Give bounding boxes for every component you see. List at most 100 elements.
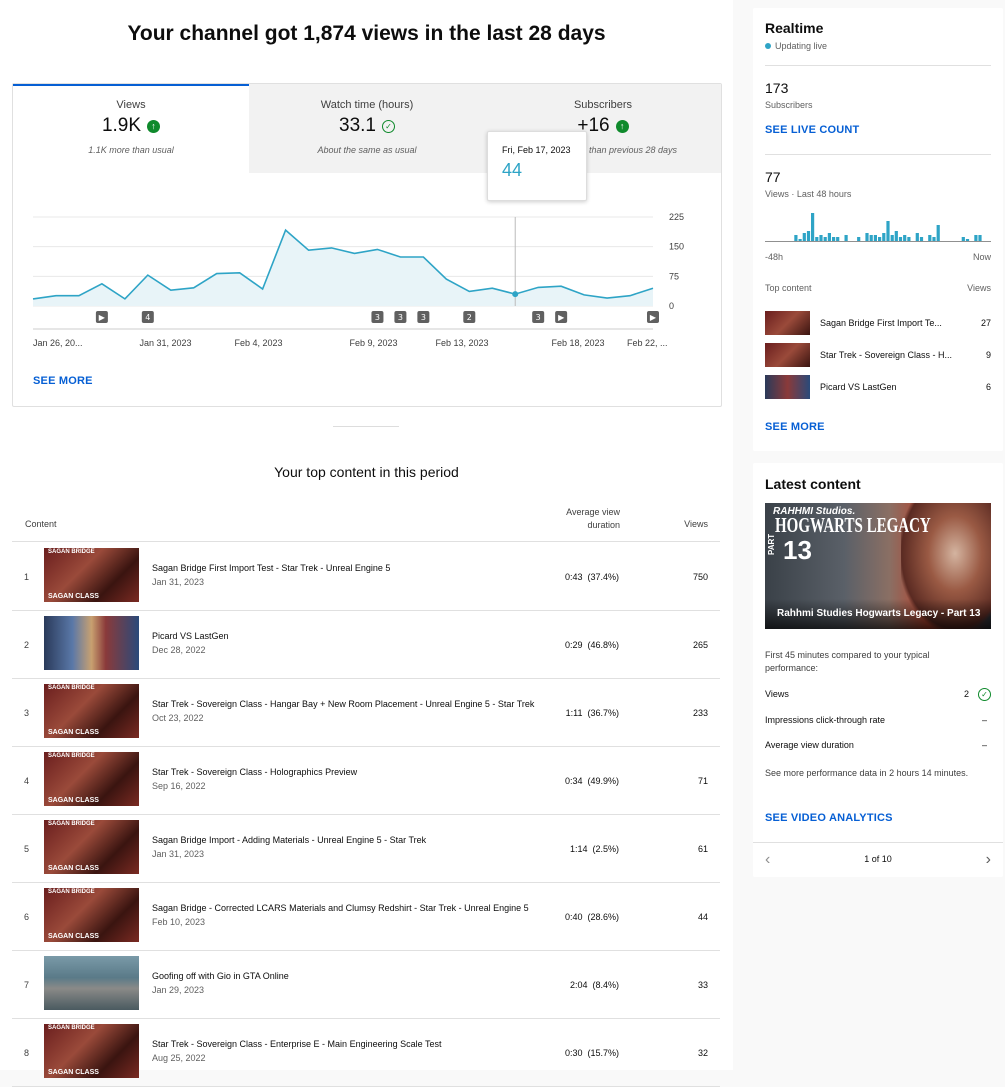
y-tick-label: 75 <box>669 271 679 281</box>
table-row[interactable]: 5 SAGAN BRIDGE SAGAN CLASS Sagan Bridge Imp… <box>12 814 720 883</box>
realtime-bar-chart[interactable] <box>765 206 991 246</box>
performance-note: See more performance data in 2 hours 14 … <box>765 768 969 778</box>
video-marker[interactable]: 3 <box>532 311 545 323</box>
video-views: 265 <box>692 640 708 650</box>
table-row[interactable]: 2 Picard VS LastGen Dec 28, 2022 0:29 (46.8… <box>12 610 720 679</box>
axis-right-label: Now <box>972 252 991 262</box>
marker-label: 3 <box>375 313 380 322</box>
thumb-number: 13 <box>783 535 812 565</box>
realtime-bar <box>844 235 848 241</box>
video-thumbnail[interactable] <box>44 616 139 670</box>
video-marker[interactable]: 2 <box>463 311 476 323</box>
table-row[interactable]: 3 SAGAN BRIDGE SAGAN CLASS Star Trek - Sove… <box>12 678 720 747</box>
video-marker[interactable]: 4 <box>141 311 154 323</box>
thumb-text: SAGAN BRIDGE <box>48 685 95 691</box>
col-content: Content <box>25 519 57 529</box>
video-marker[interactable]: 3 <box>394 311 407 323</box>
tooltip-value: 44 <box>502 160 523 180</box>
divider <box>765 65 991 66</box>
video-date: Jan 31, 2023 <box>152 849 205 859</box>
avg-view-duration: 0:29 (46.8%) <box>565 640 619 650</box>
page-headline: Your channel got 1,874 views in the last… <box>127 22 606 45</box>
realtime-see-more-link[interactable]: SEE MORE <box>765 421 825 433</box>
video-title[interactable]: Goofing off with Gio in GTA Online <box>152 971 537 981</box>
video-title[interactable]: Sagan Bridge Import - Adding Materials -… <box>152 835 537 845</box>
table-row[interactable]: 7 Goofing off with Gio in GTA Online Jan 2… <box>12 950 720 1019</box>
video-thumbnail[interactable]: SAGAN BRIDGE SAGAN CLASS <box>44 752 139 806</box>
video-marker[interactable]: 3 <box>371 311 384 323</box>
marker-label: 3 <box>398 313 403 322</box>
video-title[interactable]: Star Trek - Sovereign Class - Enterprise… <box>152 1039 537 1049</box>
see-more-link[interactable]: SEE MORE <box>33 375 93 387</box>
x-tick-label: Feb 13, 2023 <box>436 338 489 348</box>
video-thumbnail[interactable]: SAGAN BRIDGE SAGAN CLASS <box>44 684 139 738</box>
area-fill <box>33 230 653 306</box>
realtime-top-item[interactable]: Star Trek - Sovereign Class - H... 9 <box>765 343 991 367</box>
video-thumbnail[interactable]: SAGAN BRIDGE SAGAN CLASS <box>44 888 139 942</box>
realtime-bar <box>836 237 840 241</box>
realtime-bar <box>907 237 911 241</box>
see-live-count-link[interactable]: SEE LIVE COUNT <box>765 124 859 136</box>
duration-value: 1:14 <box>569 844 588 854</box>
table-row[interactable]: 6 SAGAN BRIDGE SAGAN CLASS Sagan Bridge - C… <box>12 882 720 951</box>
check-circle-icon: ✓ <box>978 688 991 701</box>
thumb-text: SAGAN BRIDGE <box>48 889 95 895</box>
video-thumbnail <box>765 343 810 367</box>
tooltip-date: Fri, Feb 17, 2023 <box>502 145 571 155</box>
subscriber-count: 173 <box>765 80 789 96</box>
video-title[interactable]: Star Trek - Sovereign Class - Holographi… <box>152 767 537 777</box>
realtime-bar <box>827 233 831 241</box>
video-title: Sagan Bridge First Import Te... <box>820 318 942 328</box>
duration-percent: (8.4%) <box>592 980 619 990</box>
video-thumbnail[interactable]: SAGAN BRIDGE SAGAN CLASS <box>44 548 139 602</box>
avg-view-duration: 2:04 (8.4%) <box>570 980 619 990</box>
realtime-bar <box>974 235 978 241</box>
col-avg-duration[interactable]: Average view duration <box>550 506 620 532</box>
video-thumbnail[interactable]: SAGAN BRIDGE SAGAN CLASS <box>44 820 139 874</box>
thumb-part: PART <box>767 533 776 555</box>
metric-ctr: Impressions click-through rate – <box>765 715 991 725</box>
video-marker[interactable]: ▶ <box>95 311 108 323</box>
divider <box>765 154 991 155</box>
video-thumbnail <box>765 375 810 399</box>
video-title[interactable]: Picard VS LastGen <box>152 631 537 641</box>
video-marker[interactable]: 3 <box>417 311 430 323</box>
duration-value: 1:11 <box>565 708 583 718</box>
axis-left-label: -48h <box>765 252 784 262</box>
col-views[interactable]: Views <box>684 519 708 529</box>
duration-value: 0:29 <box>564 640 583 650</box>
realtime-bar <box>873 235 877 241</box>
row-rank: 8 <box>24 1048 30 1058</box>
realtime-bar <box>806 231 811 241</box>
latest-video-thumbnail[interactable]: RAHHMI Studios. HOGWARTS LEGACY PART 13 … <box>765 503 991 629</box>
video-views: 61 <box>697 844 708 854</box>
chevron-right-icon[interactable]: › <box>986 851 991 869</box>
metric-value: – <box>981 715 987 725</box>
realtime-bar <box>857 237 861 241</box>
realtime-top-item[interactable]: Sagan Bridge First Import Te... 27 <box>765 311 991 335</box>
video-title[interactable]: Sagan Bridge - Corrected LCARS Materials… <box>152 903 537 913</box>
table-row[interactable]: 8 SAGAN BRIDGE SAGAN CLASS Star Trek - Sove… <box>12 1018 720 1087</box>
video-views: 9 <box>985 350 991 360</box>
duration-percent: (28.6%) <box>587 912 619 922</box>
realtime-bar <box>811 213 815 241</box>
x-tick-label: Jan 26, 20... <box>33 338 83 348</box>
row-rank: 6 <box>24 912 30 922</box>
video-thumbnail[interactable] <box>44 956 139 1010</box>
avg-view-duration: 0:43 (37.4%) <box>565 572 619 582</box>
video-views: 44 <box>697 912 708 922</box>
table-header: Content Average view duration Views <box>12 500 720 542</box>
see-video-analytics-link[interactable]: SEE VIDEO ANALYTICS <box>765 812 893 824</box>
top-views-label: Views <box>967 283 991 293</box>
table-row[interactable]: 4 SAGAN BRIDGE SAGAN CLASS Star Trek - Sove… <box>12 746 720 815</box>
realtime-bar <box>915 233 919 241</box>
video-title[interactable]: Sagan Bridge First Import Test - Star Tr… <box>152 563 537 573</box>
video-marker[interactable]: ▶ <box>555 311 568 323</box>
realtime-top-item[interactable]: Picard VS LastGen 6 <box>765 375 991 399</box>
marker-label: 2 <box>467 313 472 322</box>
views-chart[interactable]: 225 150 75 0 ▶ 4 3 3 3 2 3 ▶ ▶ Jan 26, 20... Jan 31, 2… <box>13 84 721 364</box>
video-date: Dec 28, 2022 <box>152 645 206 655</box>
table-row[interactable]: 1 SAGAN BRIDGE SAGAN CLASS Sagan Bridge Fir… <box>12 542 720 611</box>
video-title[interactable]: Star Trek - Sovereign Class - Hangar Bay… <box>152 699 537 709</box>
video-marker[interactable]: ▶ <box>647 311 659 323</box>
